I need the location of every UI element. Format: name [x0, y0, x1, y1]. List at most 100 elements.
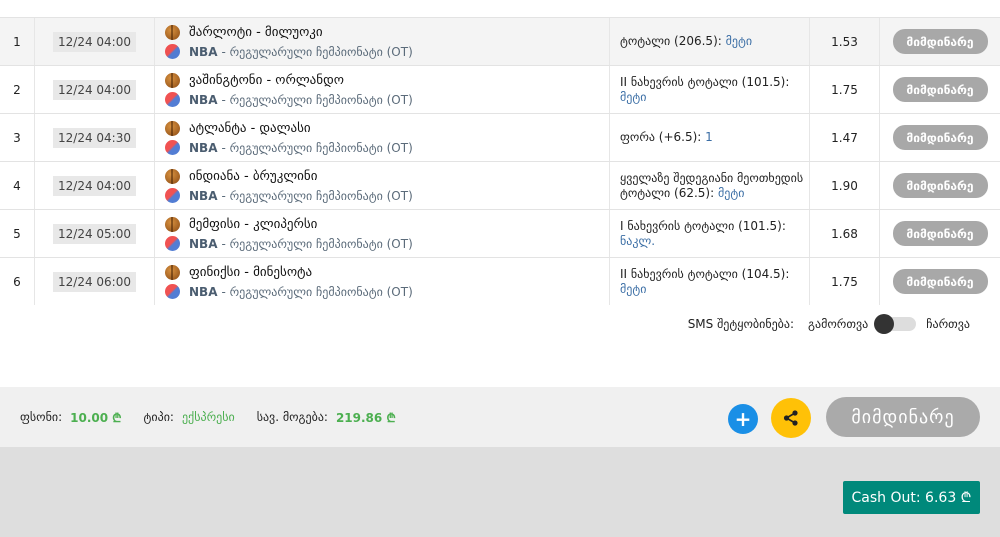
bet-details-panel: 1 12/24 04:00 შარლოტი - მილუოკი NBA - რეგ… — [0, 0, 1000, 537]
row-status: მიმდინარე — [880, 162, 1000, 209]
nba-icon — [165, 284, 180, 299]
row-number: 6 — [0, 258, 35, 305]
match-name[interactable]: ვაშინგტონი - ორლანდო — [189, 73, 344, 88]
league-name: NBA — [189, 140, 218, 155]
odds-value: 1.75 — [831, 82, 858, 97]
status-pill[interactable]: მიმდინარე — [892, 29, 988, 54]
stake-label: ფსონი: — [20, 410, 63, 424]
date-badge: 12/24 06:00 — [53, 271, 136, 292]
league-name: NBA — [189, 236, 218, 251]
type-value: ექსპრესი — [181, 410, 235, 424]
nba-icon — [165, 44, 180, 59]
league-rest: - რეგულარული ჩემპიონატი (OT) — [221, 92, 413, 107]
match-name[interactable]: ინდიანა - ბრუკლინი — [189, 169, 317, 184]
row-bet: ტოტალი (206.5): მეტი — [610, 18, 810, 65]
status-pill[interactable]: მიმდინარე — [892, 125, 988, 150]
row-number-text: 3 — [13, 130, 21, 145]
basketball-icon — [165, 25, 180, 40]
add-button[interactable]: + — [728, 404, 758, 434]
win-value: 219.86 ₾ — [335, 410, 396, 425]
odds-value: 1.90 — [831, 178, 858, 193]
row-odds: 1.75 — [810, 258, 880, 305]
possible-win: სავ. მოგება: 219.86 ₾ — [257, 409, 396, 426]
row-status: მიმდინარე — [880, 258, 1000, 305]
row-match: შარლოტი - მილუოკი NBA - რეგულარული ჩემპიო… — [155, 18, 610, 65]
league-line: NBA - რეგულარული ჩემპიონატი (OT) — [165, 92, 413, 108]
cashout-button[interactable]: Cash Out: 6.63 ₾ — [843, 481, 980, 514]
type-label: ტიპი: — [143, 410, 174, 424]
odds-value: 1.68 — [831, 226, 858, 241]
row-bet: I ნახევრის ტოტალი (101.5): ნაკლ. — [610, 210, 810, 257]
basketball-icon — [165, 169, 180, 184]
bet-text: ტოტალი (206.5): — [620, 34, 722, 48]
basketball-icon — [165, 121, 180, 136]
row-number-text: 1 — [13, 34, 21, 49]
bet-pick: მეტი — [620, 281, 647, 296]
row-number-text: 4 — [13, 178, 21, 193]
plus-icon: + — [734, 407, 752, 431]
bet-pick: მეტი — [620, 89, 647, 104]
row-number: 2 — [0, 66, 35, 113]
league-name: NBA — [189, 44, 218, 59]
row-number-text: 6 — [13, 274, 21, 289]
bet-status-button[interactable]: მიმდინარე — [826, 397, 980, 437]
row-date: 12/24 04:00 — [35, 18, 155, 65]
row-odds: 1.68 — [810, 210, 880, 257]
bet-text: I ნახევრის ტოტალი (101.5): — [620, 218, 786, 233]
stake: ფსონი: 10.00 ₾ — [20, 409, 122, 426]
sms-toggle[interactable] — [874, 314, 917, 334]
league-rest: - რეგულარული ჩემპიონატი (OT) — [221, 236, 413, 251]
stake-value: 10.00 ₾ — [70, 410, 122, 425]
row-number-text: 5 — [13, 226, 21, 241]
row-match: ვაშინგტონი - ორლანდო NBA - რეგულარული ჩემ… — [155, 66, 610, 113]
basketball-icon — [165, 265, 180, 280]
bet-text: ფორა (+6.5): — [620, 130, 702, 144]
row-date: 12/24 04:30 — [35, 114, 155, 161]
bet-text: ყველაზე შედეგიანი მეოთხედის ტოტალი (62.5… — [620, 170, 804, 200]
win-label: სავ. მოგება: — [256, 410, 328, 424]
league-rest: - რეგულარული ჩემპიონატი (OT) — [221, 188, 413, 203]
table-row: 1 12/24 04:00 შარლოტი - მილუოკი NBA - რეგ… — [0, 17, 1000, 65]
match-name[interactable]: ატლანტა - დალასი — [189, 121, 311, 136]
date-badge: 12/24 04:00 — [53, 175, 136, 196]
league-line: NBA - რეგულარული ჩემპიონატი (OT) — [165, 284, 413, 300]
match-name[interactable]: ფინიქსი - მინესოტა — [189, 265, 312, 280]
row-bet: ფორა (+6.5): 1 — [610, 114, 810, 161]
bet-pick: მეტი — [717, 185, 745, 200]
table-header — [0, 0, 1000, 17]
row-date: 12/24 04:00 — [35, 66, 155, 113]
status-pill[interactable]: მიმდინარე — [892, 173, 988, 198]
row-odds: 1.47 — [810, 114, 880, 161]
nba-icon — [165, 92, 180, 107]
table-row: 2 12/24 04:00 ვაშინგტონი - ორლანდო NBA - … — [0, 65, 1000, 113]
row-date: 12/24 06:00 — [35, 258, 155, 305]
league-rest: - რეგულარული ჩემპიონატი (OT) — [221, 284, 413, 299]
nba-icon — [165, 236, 180, 251]
date-badge: 12/24 04:00 — [53, 79, 136, 100]
league-name: NBA — [189, 92, 218, 107]
status-pill[interactable]: მიმდინარე — [892, 77, 988, 102]
row-number-text: 2 — [13, 82, 21, 97]
sms-off-label: გამორთვა — [808, 317, 869, 331]
row-number: 1 — [0, 18, 35, 65]
league-name: NBA — [189, 284, 218, 299]
match-line: ვაშინგტონი - ორლანდო — [165, 72, 344, 90]
nba-icon — [165, 188, 180, 203]
basketball-icon — [165, 217, 180, 232]
match-line: მემფისი - კლიპერსი — [165, 216, 317, 234]
match-name[interactable]: მემფისი - კლიპერსი — [189, 217, 317, 232]
row-match: ატლანტა - დალასი NBA - რეგულარული ჩემპიონ… — [155, 114, 610, 161]
match-line: ატლანტა - დალასი — [165, 120, 311, 138]
status-pill[interactable]: მიმდინარე — [892, 221, 988, 246]
row-date: 12/24 05:00 — [35, 210, 155, 257]
bets-table: 1 12/24 04:00 შარლოტი - მილუოკი NBA - რეგ… — [0, 0, 1000, 305]
table-row: 5 12/24 05:00 მემფისი - კლიპერსი NBA - რე… — [0, 209, 1000, 257]
match-name[interactable]: შარლოტი - მილუოკი — [189, 25, 323, 40]
match-line: ფინიქსი - მინესოტა — [165, 264, 312, 282]
row-number: 3 — [0, 114, 35, 161]
share-button[interactable] — [771, 398, 811, 438]
bet-pick: ნაკლ. — [620, 233, 656, 248]
date-badge: 12/24 04:30 — [53, 127, 136, 148]
status-pill[interactable]: მიმდინარე — [892, 269, 988, 294]
league-line: NBA - რეგულარული ჩემპიონატი (OT) — [165, 140, 413, 156]
